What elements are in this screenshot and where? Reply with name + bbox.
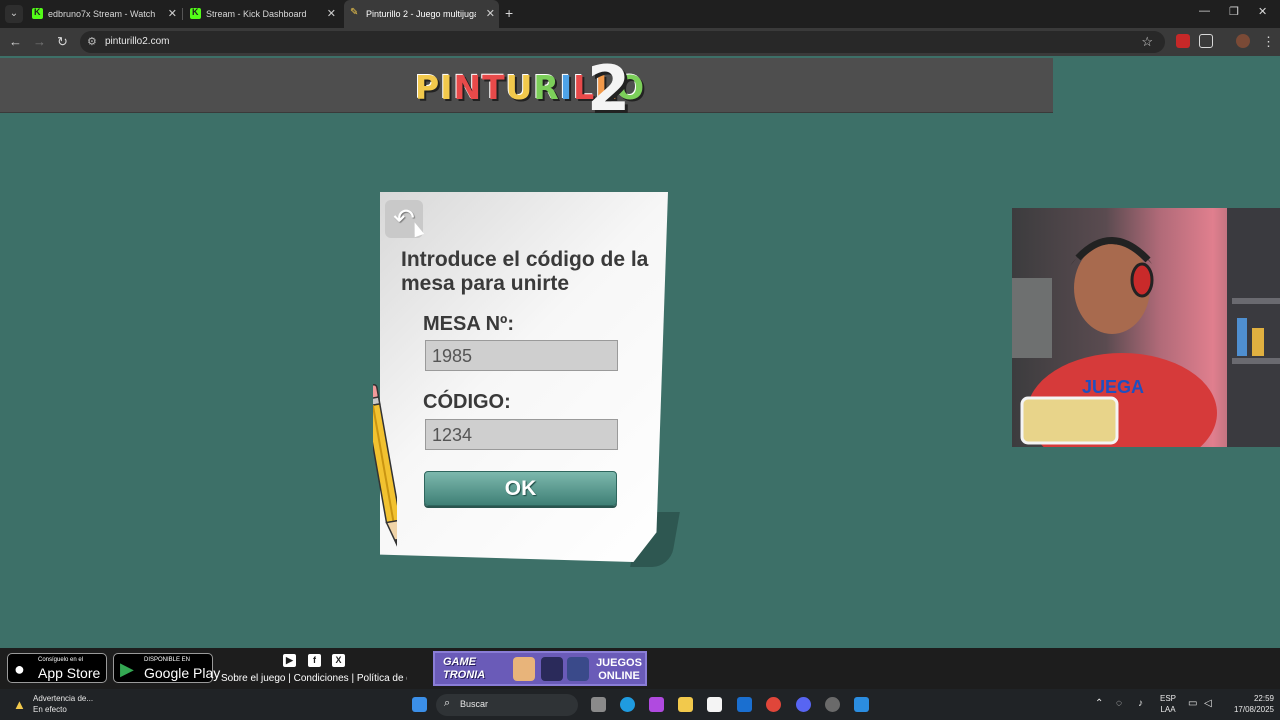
tray-app-icon[interactable]: ◌ xyxy=(1116,698,1122,709)
app-store-large-text: App Store xyxy=(38,665,101,681)
windows-taskbar: ▲ Advertencia de... En efecto ⌕ Buscar ⌃… xyxy=(0,689,1280,720)
close-icon[interactable]: ✕ xyxy=(168,7,177,20)
app-store-button[interactable]: ● Consíguelo en el App Store xyxy=(7,653,107,683)
svg-text:JUEGA: JUEGA xyxy=(1082,377,1144,397)
tab-search-icon[interactable]: ⌄ xyxy=(5,5,23,23)
banner-right-text: JUEGOS ONLINE xyxy=(596,657,642,682)
address-bar[interactable]: ⚙ pinturillo2.com ☆ xyxy=(80,31,1165,53)
pencil-icon: ✎ xyxy=(350,7,359,18)
edge-icon[interactable] xyxy=(620,697,635,712)
browser-tabstrip: ⌄ edbruno7x Stream - Watch Live ✕ Stream… xyxy=(0,0,1280,28)
tab-title: Pinturillo 2 - Juego multijugador xyxy=(366,9,476,19)
tab-title: Stream - Kick Dashboard xyxy=(206,9,307,19)
volume-icon[interactable]: ◁ xyxy=(1204,698,1212,709)
url-text: pinturillo2.com xyxy=(105,36,170,47)
streamer-webcam: JUEGA xyxy=(1012,208,1280,447)
bookmark-star-icon[interactable]: ☆ xyxy=(1141,34,1153,50)
table-number-input[interactable]: 1985 xyxy=(425,340,618,371)
reload-icon[interactable]: ↻ xyxy=(57,34,68,50)
taskbar-search[interactable]: ⌕ Buscar xyxy=(436,694,578,716)
network-icon[interactable]: ▭ xyxy=(1188,698,1197,709)
extensions-puzzle-icon[interactable] xyxy=(1199,34,1213,48)
tab-stream-watch[interactable]: edbruno7x Stream - Watch Live ✕ xyxy=(26,0,181,28)
clock[interactable]: 22:59 17/08/2025 xyxy=(1224,693,1274,715)
forward-arrow-icon[interactable]: → xyxy=(33,34,46,49)
weather-warning[interactable]: Advertencia de... En efecto xyxy=(33,693,93,715)
kick-icon xyxy=(190,7,201,19)
clock-time: 22:59 xyxy=(1253,694,1274,703)
copilot-icon[interactable] xyxy=(649,697,664,712)
app-icon[interactable] xyxy=(854,697,869,712)
close-icon[interactable]: ✕ xyxy=(486,7,495,20)
game-character-icon xyxy=(513,657,535,681)
footer-links[interactable]: Sobre el juego | Condiciones | Política … xyxy=(221,673,407,684)
site-info-icon[interactable]: ⚙ xyxy=(87,35,97,48)
site-footer-bar: ● Consíguelo en el App Store ▶ DISPONIBL… xyxy=(0,648,1280,689)
app-store-small-text: Consíguelo en el xyxy=(38,657,84,663)
extension-icon[interactable] xyxy=(1176,34,1190,48)
banner-left-text: GAME TRONIA xyxy=(443,656,486,681)
clock-date: 17/08/2025 xyxy=(1233,705,1274,714)
search-label: Buscar xyxy=(460,699,489,709)
google-play-icon: ▶ xyxy=(120,659,134,679)
chrome-icon[interactable] xyxy=(766,697,781,712)
windows-start-icon[interactable] xyxy=(412,697,427,712)
obs-icon[interactable] xyxy=(825,697,840,712)
new-tab-icon[interactable]: + xyxy=(505,5,513,21)
task-view-icon[interactable] xyxy=(591,697,606,712)
minimize-icon[interactable]: — xyxy=(1199,5,1210,17)
youtube-icon[interactable]: ▶ xyxy=(283,654,296,667)
store-icon[interactable] xyxy=(707,697,722,712)
x-twitter-icon[interactable]: X xyxy=(332,654,345,667)
join-instructions: Introduce el código de la mesa para unir… xyxy=(401,248,649,295)
tab-kick-dashboard[interactable]: Stream - Kick Dashboard ✕ xyxy=(184,0,340,28)
close-icon[interactable]: ✕ xyxy=(327,7,336,20)
outlook-icon[interactable] xyxy=(737,697,752,712)
webcam-scene: JUEGA xyxy=(1012,208,1280,447)
kick-icon xyxy=(32,7,43,19)
warning-icon[interactable]: ▲ xyxy=(13,697,26,712)
code-label: CÓDIGO: xyxy=(423,391,511,413)
warning-title: Advertencia de... xyxy=(33,694,94,703)
table-number-label: MESA Nº: xyxy=(423,313,515,335)
restore-icon[interactable]: ❐ xyxy=(1229,5,1239,18)
close-window-icon[interactable]: ✕ xyxy=(1258,5,1267,18)
microphone-icon[interactable]: ♪ xyxy=(1138,698,1143,709)
tab-pinturillo[interactable]: ✎ Pinturillo 2 - Juego multijugador ✕ xyxy=(344,0,499,28)
search-icon: ⌕ xyxy=(444,697,451,709)
facebook-icon[interactable]: f xyxy=(308,654,321,667)
pencil-icon xyxy=(373,383,397,550)
tab-title: edbruno7x Stream - Watch Live xyxy=(48,9,156,19)
apple-icon: ● xyxy=(14,659,25,679)
logo-number: 2 xyxy=(587,52,631,125)
google-play-button[interactable]: ▶ DISPONIBLE EN Google Play xyxy=(113,653,220,683)
google-play-large-text: Google Play xyxy=(144,665,221,681)
code-input[interactable]: 1234 xyxy=(425,419,618,450)
game-character-icon xyxy=(541,657,563,681)
keyboard-layout: LAA xyxy=(1160,705,1176,714)
back-arrow-icon[interactable]: ← xyxy=(9,34,22,49)
language-indicator[interactable]: ESP LAA xyxy=(1160,693,1176,715)
google-play-small-text: DISPONIBLE EN xyxy=(144,657,191,663)
menu-dots-icon[interactable]: ⋮ xyxy=(1262,34,1275,50)
ok-button[interactable]: OK xyxy=(424,471,617,506)
profile-avatar[interactable] xyxy=(1236,34,1250,48)
file-explorer-icon[interactable] xyxy=(678,697,693,712)
game-character-icon xyxy=(567,657,589,681)
language-code: ESP xyxy=(1160,694,1177,703)
discord-icon[interactable] xyxy=(796,697,811,712)
browser-toolbar: ← → ↻ ⚙ pinturillo2.com ☆ xyxy=(0,28,1280,56)
gametronia-banner[interactable]: GAME TRONIA JUEGOS ONLINE xyxy=(433,651,647,686)
join-table-card: ↶ Introduce el código de la mesa para un… xyxy=(380,192,680,567)
tray-chevron-icon[interactable]: ⌃ xyxy=(1095,698,1103,709)
warning-subtitle: En efecto xyxy=(33,705,67,714)
